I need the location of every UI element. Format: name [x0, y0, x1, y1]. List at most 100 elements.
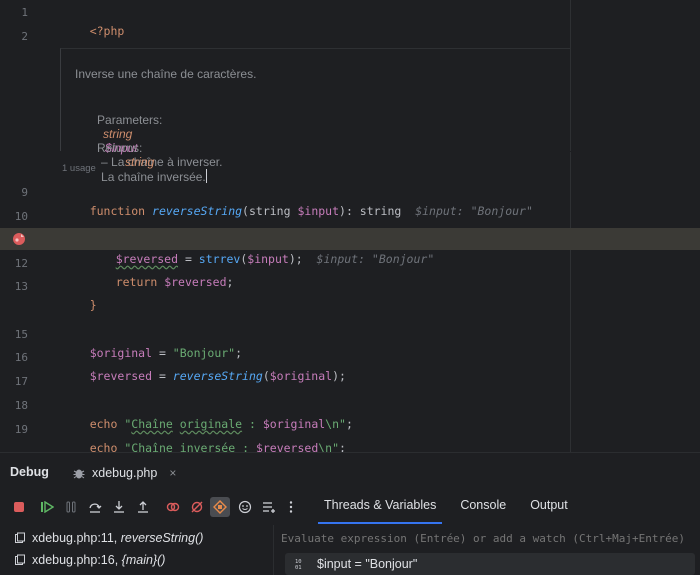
view-breakpoints-icon[interactable]	[164, 498, 182, 516]
frame-icon	[15, 532, 25, 543]
string-literal: \n"	[318, 441, 340, 452]
code-editor[interactable]: 1 <?php 2 Inverse une chaîne de caractèr…	[0, 0, 700, 452]
line-number: 19	[14, 423, 28, 436]
usage-hint[interactable]: 1 usage	[62, 163, 96, 174]
debug-session-tab[interactable]: xdebug.php ×	[72, 463, 176, 483]
frame-function: reverseString()	[120, 531, 204, 545]
line-number: 16	[14, 351, 28, 364]
pause-icon[interactable]	[62, 498, 80, 516]
string-literal: Chaîne	[131, 441, 173, 452]
string-literal: inversée	[179, 441, 236, 452]
variable-equals: =	[351, 557, 366, 571]
doc-summary: Inverse une chaîne de caractères.	[75, 67, 257, 81]
debug-title: Debug	[10, 465, 49, 479]
variable-value: "Bonjour"	[365, 557, 418, 571]
param-type: string	[248, 204, 291, 218]
frame-icon	[15, 554, 25, 565]
more-options-icon[interactable]	[282, 498, 300, 516]
variable: $reversed	[164, 275, 227, 289]
keyword: function	[89, 204, 146, 218]
doc-return-type: string	[125, 155, 155, 169]
frame-item[interactable]: xdebug.php:11, reverseString()	[14, 528, 203, 548]
tab-console[interactable]: Console	[454, 493, 512, 521]
variable-row[interactable]: 10 01 $input = "Bonjour"	[285, 553, 695, 575]
function-name: reverseString	[152, 204, 243, 218]
punctuation: (	[262, 369, 270, 383]
frame-function: {main}()	[121, 553, 166, 567]
step-out-icon[interactable]	[134, 498, 152, 516]
rendered-doc-comment: Inverse une chaîne de caractères. Parame…	[60, 48, 571, 184]
param-variable: $input	[297, 204, 340, 218]
close-brace: }	[89, 298, 97, 312]
punctuation: (	[242, 204, 249, 218]
step-over-icon[interactable]	[86, 498, 104, 516]
keyword: return	[115, 275, 158, 289]
doc-returns-label: Returns:	[97, 141, 143, 155]
debug-header: Debug xdebug.php ×	[0, 453, 700, 489]
argument: $input	[247, 252, 289, 266]
line-number: 9	[21, 186, 28, 199]
line-number: 15	[14, 328, 28, 341]
primitive-type-icon: 10 01	[295, 559, 302, 570]
tab-threads-variables[interactable]: Threads & Variables	[318, 493, 443, 524]
line-number: 1	[21, 6, 28, 19]
punctuation: ;	[345, 417, 353, 431]
code-line-11[interactable]: $reversed = strrev($input); $input: "Bon…	[88, 229, 435, 266]
right-margin-guide	[570, 0, 571, 48]
string-literal: :	[235, 441, 256, 452]
php-open-tag: <?php	[89, 24, 125, 38]
line-number: 13	[14, 280, 28, 293]
punctuation: ;	[339, 441, 346, 452]
operator: =	[152, 369, 173, 383]
line-number: 10	[14, 210, 28, 223]
step-into-icon[interactable]	[110, 498, 128, 516]
punctuation: );	[332, 369, 346, 383]
breakpoint-hit-icon[interactable]	[11, 231, 27, 247]
function-call: reverseString	[172, 369, 263, 383]
stop-icon[interactable]	[10, 498, 28, 516]
line-number: 2	[21, 30, 28, 43]
interpolated-variable: $reversed	[255, 441, 319, 452]
right-margin-guide	[570, 152, 571, 452]
inline-debug-value: $input: "Bonjour"	[415, 204, 533, 218]
inline-debug-value: $input: "Bonjour"	[316, 252, 435, 266]
code-line-13[interactable]: }	[62, 275, 97, 312]
string-literal	[173, 441, 180, 452]
break-at-first-line-icon[interactable]	[210, 497, 230, 517]
return-type: ): string	[339, 204, 402, 218]
bug-icon	[73, 469, 85, 479]
line-number: 18	[14, 399, 28, 412]
listen-debug-connections-icon[interactable]	[236, 498, 254, 516]
argument: $original	[269, 369, 333, 383]
code-line-15[interactable]: $original = "Bonjour";	[62, 323, 242, 360]
variables-panel: 10 01 $input = "Bonjour"	[275, 525, 700, 575]
close-icon[interactable]: ×	[169, 466, 176, 480]
line-number: 12	[14, 257, 28, 270]
svg-text:01: 01	[295, 565, 302, 570]
frame-location: xdebug.php:11,	[32, 531, 121, 545]
evaluate-expression-input[interactable]	[281, 529, 691, 547]
frame-item[interactable]: xdebug.php:16, {main}()	[14, 550, 165, 570]
code-line-16[interactable]: $reversed = reverseString($original);	[62, 346, 346, 383]
session-tab-label: xdebug.php	[92, 466, 158, 480]
frame-location: xdebug.php:16,	[32, 553, 122, 567]
punctuation: );	[288, 252, 303, 266]
code-line-18[interactable]: echo "Chaîne originale : $original\n";	[62, 394, 353, 431]
variable: $reversed	[89, 369, 153, 383]
tab-output[interactable]: Output	[524, 493, 574, 521]
code-line-19[interactable]: echo "Chaîne inversée : $reversed\n";	[62, 418, 346, 452]
punctuation: ;	[226, 275, 234, 289]
code-line-10[interactable]: {	[62, 205, 97, 242]
code-line-1[interactable]: <?php	[62, 1, 125, 38]
debug-tool-window: Debug xdebug.php × Threads & Variables C…	[0, 452, 700, 575]
code-line-12[interactable]: return $reversed;	[88, 252, 234, 289]
resume-icon[interactable]	[38, 498, 56, 516]
doc-params-label: Parameters:	[97, 113, 163, 127]
keyword: echo	[89, 441, 118, 452]
settings-list-icon[interactable]	[260, 498, 278, 516]
variable-name: $input	[317, 557, 352, 571]
line-number: 17	[14, 375, 28, 388]
debug-tabs: Threads & Variables Console Output	[318, 493, 586, 524]
code-line-9[interactable]: function reverseString(string $input): s…	[62, 181, 533, 218]
mute-breakpoints-icon[interactable]	[188, 498, 206, 516]
